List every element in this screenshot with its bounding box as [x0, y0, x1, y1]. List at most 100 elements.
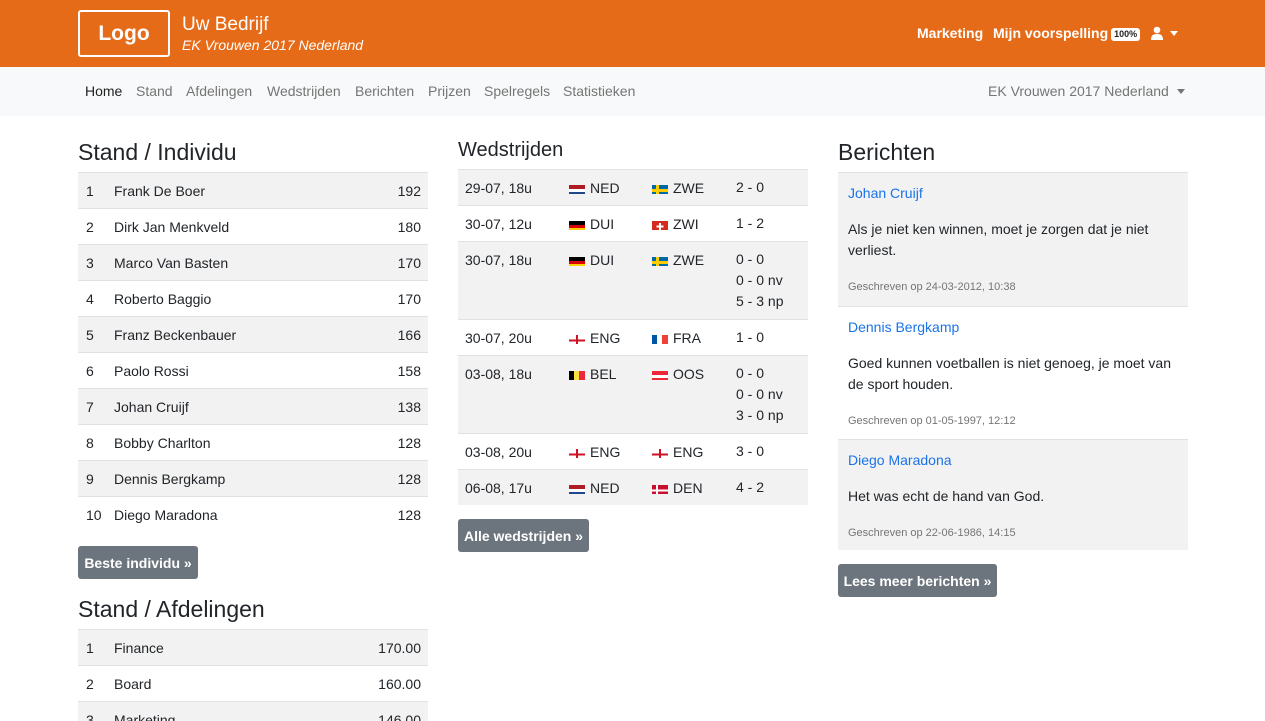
chevron-down-icon — [1176, 89, 1185, 94]
rank: 3 — [86, 255, 94, 271]
team-code: NED — [590, 480, 620, 496]
team-code: ENG — [590, 330, 621, 346]
table-row: 10 Diego Maradona 128 — [78, 496, 428, 532]
flag-aut-icon — [652, 369, 668, 380]
match-row: 03-08, 18u BEL OOS 0 - 0 0 - 0 nv 3 - 0 np — [458, 355, 808, 433]
flag-eng-icon — [569, 447, 585, 458]
flag-sui-icon — [652, 219, 668, 230]
home-team: ENG — [569, 444, 620, 460]
individual-title: Stand / Individu — [78, 139, 237, 165]
message-meta: Geschreven op 01-05-1997, 12:12 — [848, 415, 1016, 427]
logo[interactable]: Logo — [78, 10, 170, 57]
flag-ned-icon — [569, 483, 585, 494]
home-team: NED — [569, 180, 620, 196]
my-prediction-link[interactable]: Mijn voorspelling 100% — [993, 24, 1141, 42]
best-individual-button[interactable]: Beste individu » — [78, 546, 198, 579]
message-author-link[interactable]: Johan Cruijf — [848, 185, 1178, 202]
my-prediction-label: Mijn voorspelling — [993, 25, 1109, 41]
message-item: Diego Maradona Het was echt de hand van … — [838, 439, 1188, 550]
score-line: 2 - 0 — [736, 179, 765, 195]
prediction-badge: 100% — [1111, 28, 1141, 41]
nav-home[interactable]: Home — [85, 83, 122, 100]
score-line: 5 - 3 np — [736, 293, 784, 309]
nav-afdelingen[interactable]: Afdelingen — [186, 83, 252, 100]
match-row: 03-08, 20u ENG ENG 3 - 0 — [458, 433, 808, 469]
team-code: DEN — [673, 480, 703, 496]
points: 138 — [397, 399, 421, 415]
team-code: FRA — [673, 330, 701, 346]
match-date: 03-08, 20u — [465, 444, 532, 460]
flag-ger-icon — [569, 255, 585, 266]
points: 166 — [397, 327, 421, 343]
rank: 10 — [86, 507, 102, 523]
flag-eng-icon — [652, 447, 668, 458]
player-name: Roberto Baggio — [114, 291, 212, 307]
nav-prijzen[interactable]: Prijzen — [428, 83, 471, 100]
team-code: DUI — [590, 252, 615, 268]
match-row: 29-07, 18u NED ZWE 2 - 0 — [458, 169, 808, 205]
message-text: Het was echt de hand van God. — [848, 488, 1045, 504]
match-date: 06-08, 17u — [465, 480, 532, 496]
user-menu[interactable] — [1150, 24, 1178, 42]
match-date: 30-07, 20u — [465, 330, 532, 346]
marketing-link[interactable]: Marketing — [917, 24, 983, 42]
player-name: Diego Maradona — [114, 507, 218, 523]
points: 170 — [397, 291, 421, 307]
nav-spelregels[interactable]: Spelregels — [484, 83, 550, 100]
table-row: 2 Board 160.00 — [78, 665, 428, 701]
match-score: 4 - 2 — [736, 477, 764, 498]
player-name: Dennis Bergkamp — [114, 471, 226, 487]
flag-fra-icon — [652, 333, 668, 344]
away-team: ZWI — [652, 216, 699, 232]
table-row: 1 Frank De Boer 192 — [78, 172, 428, 208]
home-team: DUI — [569, 252, 614, 268]
messages-list: Johan Cruijf Als je niet ken winnen, moe… — [838, 172, 1188, 550]
messages-title: Berichten — [838, 139, 936, 165]
nav-stand[interactable]: Stand — [136, 83, 173, 100]
match-score: 2 - 0 — [736, 177, 764, 198]
nav-berichten[interactable]: Berichten — [355, 83, 414, 100]
matches-table: 29-07, 18u NED ZWE 2 - 0 30-07, 12u DUI … — [458, 169, 808, 505]
message-author-link[interactable]: Diego Maradona — [848, 452, 1178, 469]
points: 128 — [397, 507, 421, 523]
team-code: BEL — [590, 366, 617, 382]
company-name: Uw Bedrijf — [182, 14, 269, 35]
flag-ger-icon — [569, 219, 585, 230]
main-nav: Home Stand Afdelingen Wedstrijden Berich… — [0, 67, 1265, 116]
match-row: 06-08, 17u NED DEN 4 - 2 — [458, 469, 808, 505]
home-team: BEL — [569, 366, 616, 382]
team-code: ZWE — [673, 180, 705, 196]
rank: 6 — [86, 363, 94, 379]
away-team: ENG — [652, 444, 703, 460]
score-line: 4 - 2 — [736, 479, 765, 495]
player-name: Marco Van Basten — [114, 255, 229, 271]
season-dropdown[interactable]: EK Vrouwen 2017 Nederland — [988, 83, 1185, 100]
score-line: 3 - 0 — [736, 443, 765, 459]
message-author-link[interactable]: Dennis Bergkamp — [848, 319, 1178, 336]
away-team: ZWE — [652, 252, 704, 268]
table-row: 9 Dennis Bergkamp 128 — [78, 460, 428, 496]
nav-wedstrijden[interactable]: Wedstrijden — [267, 83, 341, 100]
match-score: 0 - 0 0 - 0 nv 5 - 3 np — [736, 249, 783, 312]
points: 128 — [397, 435, 421, 451]
message-text: Goed kunnen voetballen is niet genoeg, j… — [848, 355, 1172, 392]
message-item: Johan Cruijf Als je niet ken winnen, moe… — [838, 172, 1188, 306]
matches-title: Wedstrijden — [458, 139, 564, 161]
away-team: DEN — [652, 480, 703, 496]
rank: 2 — [86, 219, 94, 235]
user-icon — [1151, 26, 1163, 40]
rank: 1 — [86, 183, 94, 199]
all-matches-button[interactable]: Alle wedstrijden » — [458, 519, 589, 552]
rank: 4 — [86, 291, 94, 307]
flag-eng-icon — [569, 333, 585, 344]
match-date: 30-07, 18u — [465, 252, 532, 268]
points: 160.00 — [378, 676, 421, 692]
home-team: DUI — [569, 216, 614, 232]
nav-statistieken[interactable]: Statistieken — [563, 83, 635, 100]
more-messages-button[interactable]: Lees meer berichten » — [838, 564, 997, 597]
match-score: 1 - 2 — [736, 213, 764, 234]
score-line: 0 - 0 — [736, 365, 765, 381]
points: 146.00 — [378, 712, 421, 721]
department-name: Board — [114, 676, 152, 692]
message-meta: Geschreven op 22-06-1986, 14:15 — [848, 527, 1016, 539]
